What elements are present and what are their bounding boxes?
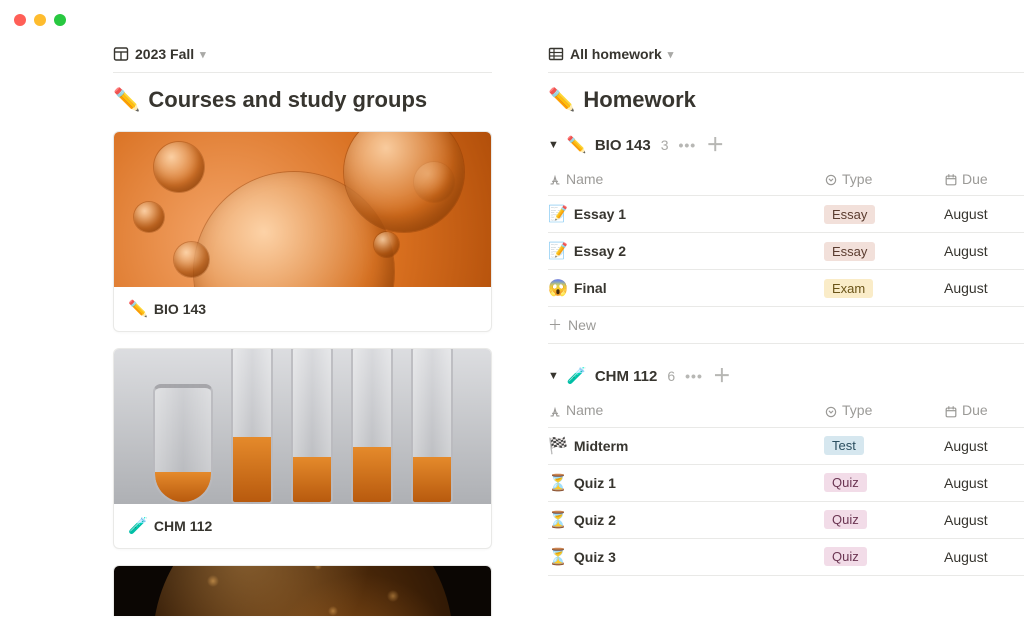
type-tag: Exam [824, 279, 873, 298]
new-row-button[interactable]: ＋ New [548, 307, 1024, 344]
date-property-icon [944, 173, 958, 187]
section-title-courses: ✏️ Courses and study groups [113, 87, 492, 113]
disclosure-triangle-icon: ▼ [548, 139, 559, 151]
type-tag: Quiz [824, 473, 867, 492]
row-due: August [944, 427, 1024, 464]
section-title-homework: ✏️ Homework [548, 87, 1024, 113]
row-name: Final [574, 280, 607, 296]
close-window-button[interactable] [14, 14, 26, 26]
table-row[interactable]: 😱 Final Exam August [548, 270, 1024, 307]
plus-icon: ＋ [548, 315, 562, 335]
new-row-label: New [568, 317, 596, 333]
text-property-icon [548, 405, 562, 419]
row-due: August [944, 196, 1024, 233]
pencil-icon: ✏️ [113, 87, 140, 113]
course-cover-image [114, 566, 491, 616]
row-emoji: ⏳ [548, 549, 568, 566]
type-tag: Quiz [824, 510, 867, 529]
course-card-title: CHM 112 [154, 518, 212, 534]
course-cover-image [114, 349, 491, 504]
group-header[interactable]: ▼ 🧪 CHM 112 6 ••• ＋ [548, 366, 1024, 386]
course-card-chm112[interactable]: 🧪 CHM 112 [113, 348, 492, 549]
test-tube-icon: 🧪 [128, 516, 148, 536]
homework-group: ▼ 🧪 CHM 112 6 ••• ＋ Name Type Due 🏁 Midterm Test… [548, 366, 1024, 575]
table-row[interactable]: ⏳ Quiz 1 Quiz August [548, 464, 1024, 501]
maximize-window-button[interactable] [54, 14, 66, 26]
group-more-button[interactable]: ••• [676, 137, 698, 153]
chevron-down-icon: ▾ [200, 48, 206, 61]
type-tag: Essay [824, 242, 875, 261]
column-header-due[interactable]: Due [944, 396, 1024, 427]
course-card-title: BIO 143 [154, 301, 206, 317]
window-traffic-lights [14, 14, 66, 26]
group-add-button[interactable]: ＋ [706, 136, 724, 154]
column-header-type[interactable]: Type [824, 165, 944, 196]
text-property-icon [548, 173, 562, 187]
column-header-type[interactable]: Type [824, 396, 944, 427]
table-view-icon [548, 46, 564, 62]
row-emoji: 😱 [548, 280, 568, 297]
view-selector-courses[interactable]: 2023 Fall ▾ [113, 46, 206, 70]
select-property-icon [824, 405, 838, 419]
view-label: 2023 Fall [135, 46, 194, 62]
pencil-icon: ✏️ [548, 87, 575, 113]
view-label: All homework [570, 46, 662, 62]
row-due: August [944, 501, 1024, 538]
row-name: Quiz 2 [574, 512, 616, 528]
row-name: Essay 2 [574, 243, 626, 259]
disclosure-triangle-icon: ▼ [548, 370, 559, 382]
select-property-icon [824, 173, 838, 187]
homework-table: Name Type Due 📝 Essay 1 Essay August 📝 Essay 2… [548, 165, 1024, 307]
group-more-button[interactable]: ••• [683, 368, 705, 384]
date-property-icon [944, 405, 958, 419]
pencil-icon: ✏️ [128, 299, 148, 319]
row-due: August [944, 538, 1024, 575]
course-card-3[interactable] [113, 565, 492, 616]
column-header-name[interactable]: Name [548, 165, 824, 196]
group-count: 6 [667, 368, 675, 384]
column-header-due[interactable]: Due [944, 165, 1024, 196]
table-row[interactable]: ⏳ Quiz 3 Quiz August [548, 538, 1024, 575]
group-name: BIO 143 [595, 137, 651, 154]
row-due: August [944, 270, 1024, 307]
gallery-view-icon [113, 46, 129, 62]
row-emoji: 🏁 [548, 438, 568, 455]
row-emoji: ⏳ [548, 512, 568, 529]
row-name: Essay 1 [574, 206, 626, 222]
table-row[interactable]: 🏁 Midterm Test August [548, 427, 1024, 464]
table-row[interactable]: ⏳ Quiz 2 Quiz August [548, 501, 1024, 538]
view-selector-homework[interactable]: All homework ▾ [548, 46, 673, 70]
row-emoji: ⏳ [548, 475, 568, 492]
row-name: Quiz 3 [574, 549, 616, 565]
row-due: August [944, 464, 1024, 501]
group-name: CHM 112 [595, 368, 658, 385]
column-header-name[interactable]: Name [548, 396, 824, 427]
type-tag: Quiz [824, 547, 867, 566]
minimize-window-button[interactable] [34, 14, 46, 26]
group-add-button[interactable]: ＋ [713, 367, 731, 385]
group-count: 3 [661, 137, 669, 153]
row-emoji: 📝 [548, 206, 568, 223]
row-emoji: 📝 [548, 243, 568, 260]
homework-group: ▼ ✏️ BIO 143 3 ••• ＋ Name Type Due 📝 Essay 1 Ess… [548, 135, 1024, 344]
homework-table: Name Type Due 🏁 Midterm Test August ⏳ Quiz 1 Qu… [548, 396, 1024, 575]
table-row[interactable]: 📝 Essay 2 Essay August [548, 233, 1024, 270]
group-emoji: ✏️ [567, 135, 587, 155]
row-name: Midterm [574, 438, 628, 454]
group-emoji: 🧪 [567, 366, 587, 386]
type-tag: Test [824, 436, 864, 455]
chevron-down-icon: ▾ [668, 48, 674, 61]
course-cover-image [114, 132, 491, 287]
course-card-bio143[interactable]: ✏️ BIO 143 [113, 131, 492, 332]
table-row[interactable]: 📝 Essay 1 Essay August [548, 196, 1024, 233]
group-header[interactable]: ▼ ✏️ BIO 143 3 ••• ＋ [548, 135, 1024, 155]
row-name: Quiz 1 [574, 475, 616, 491]
row-due: August [944, 233, 1024, 270]
type-tag: Essay [824, 205, 875, 224]
